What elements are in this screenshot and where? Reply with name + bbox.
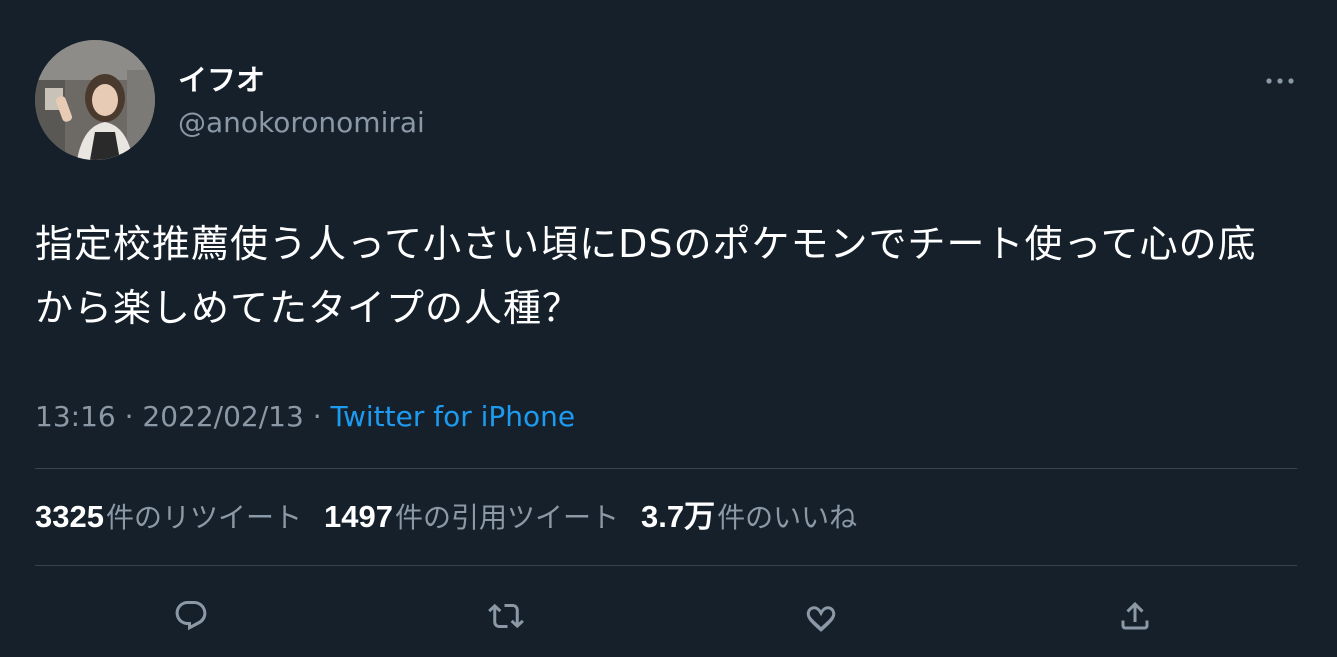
- likes-label: 件のいいね: [717, 501, 858, 534]
- retweet-button[interactable]: [482, 592, 530, 640]
- retweets-count: 3325: [35, 499, 104, 534]
- avatar[interactable]: [35, 40, 155, 160]
- share-icon: [1121, 601, 1149, 630]
- tweet-date[interactable]: 2022/02/13: [142, 400, 303, 433]
- more-options-button[interactable]: [1258, 62, 1302, 100]
- tweet-time[interactable]: 13:16: [35, 400, 116, 433]
- user-handle[interactable]: @anokoronomirai: [178, 105, 425, 141]
- divider: [35, 565, 1297, 566]
- quotes-stat[interactable]: 1497 件の引用ツイート: [324, 497, 619, 538]
- divider: [35, 468, 1297, 469]
- likes-count: 3.7万: [640, 499, 716, 534]
- quotes-label: 件の引用ツイート: [394, 501, 619, 534]
- display-name[interactable]: イフオ: [178, 62, 265, 98]
- retweets-stat[interactable]: 3325 件のリツイート: [35, 497, 302, 538]
- tweet-stats: 3325 件のリツイート 1497 件の引用ツイート 3.7万 件のいいね: [35, 497, 879, 538]
- likes-stat[interactable]: 3.7万 件のいいね: [641, 497, 857, 538]
- more-horizontal-icon: [1266, 78, 1294, 84]
- tweet-source-link[interactable]: Twitter for iPhone: [331, 400, 576, 433]
- like-button[interactable]: [797, 592, 845, 640]
- retweets-label: 件のリツイート: [105, 501, 302, 534]
- tweet-detail: イフオ @anokoronomirai 指定校推薦使う人って小さい頃にDSのポケ…: [0, 0, 1337, 657]
- reply-icon: [175, 601, 207, 631]
- share-button[interactable]: [1111, 592, 1159, 640]
- tweet-meta: 13:16 · 2022/02/13 · Twitter for iPhone: [35, 397, 575, 437]
- meta-separator: ·: [115, 400, 143, 433]
- retweet-icon: [488, 603, 524, 629]
- avatar-image: [35, 40, 155, 160]
- meta-separator: ·: [303, 400, 331, 433]
- heart-icon: [806, 606, 836, 632]
- tweet-text: 指定校推薦使う人って小さい頃にDSのポケモンでチート使って心の底から楽しめてたタ…: [35, 222, 1257, 330]
- reply-button[interactable]: [167, 592, 215, 640]
- quotes-count: 1497: [323, 499, 393, 534]
